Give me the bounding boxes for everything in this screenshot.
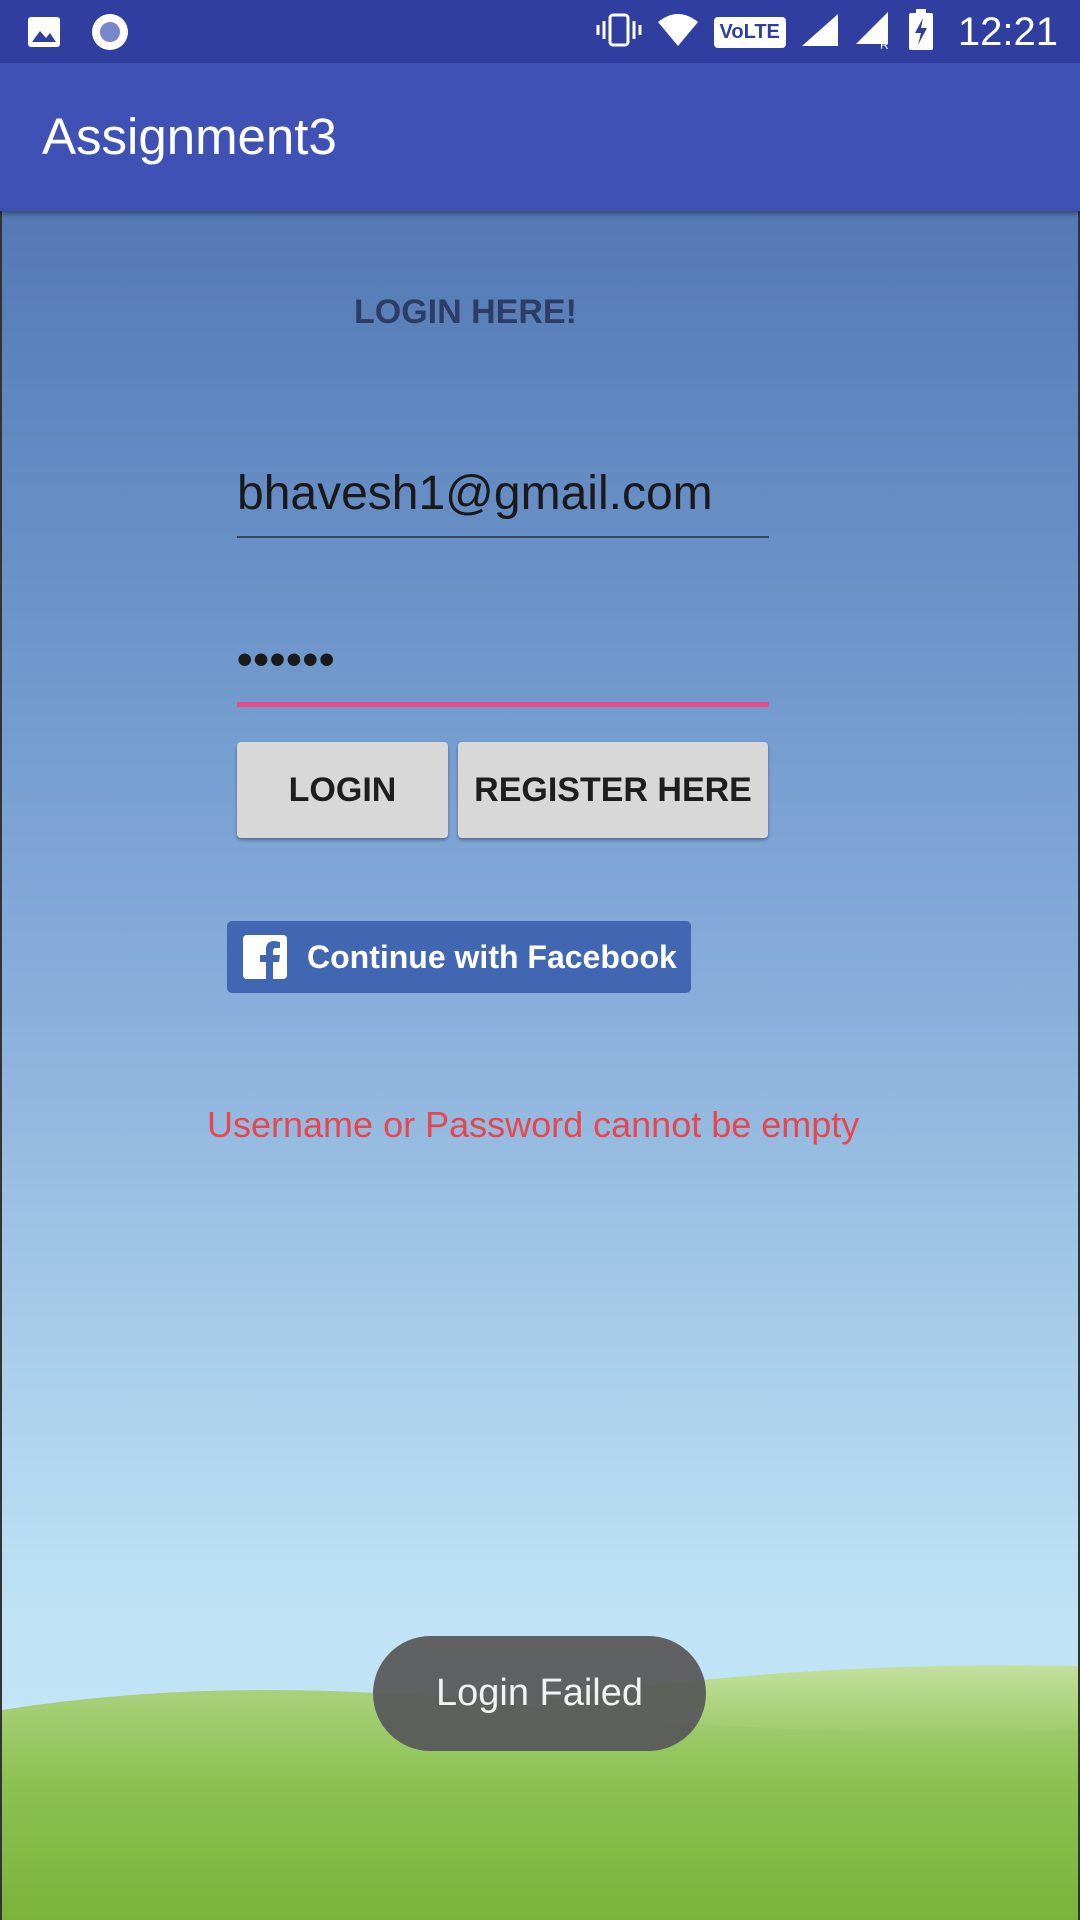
- error-message: Username or Password cannot be empty: [207, 1104, 860, 1145]
- facebook-login-button[interactable]: Continue with Facebook: [227, 921, 691, 993]
- app-title: Assignment3: [42, 108, 337, 165]
- wifi-icon: [656, 12, 700, 53]
- app-bar: Assignment3: [0, 63, 1080, 211]
- svg-text:R: R: [880, 38, 889, 50]
- battery-charging-icon: [908, 8, 934, 56]
- password-value: ••••••: [237, 635, 336, 684]
- facebook-icon: [243, 935, 287, 979]
- password-field[interactable]: ••••••: [237, 631, 769, 707]
- signal-roaming-icon: R: [854, 10, 894, 55]
- toast-message: Login Failed: [373, 1636, 706, 1751]
- volte-icon: VoLTE: [713, 16, 786, 48]
- radio-notification-icon: [90, 12, 130, 57]
- status-time: 12:21: [957, 9, 1058, 54]
- register-button[interactable]: REGISTER HERE: [458, 742, 768, 838]
- status-bar-right: VoLTE R 12:21: [596, 8, 1058, 56]
- login-button[interactable]: LOGIN: [237, 742, 448, 838]
- status-bar: VoLTE R 12:21: [0, 0, 1080, 63]
- vibrate-icon: [596, 12, 642, 53]
- image-notification-icon: [26, 14, 62, 55]
- email-value: bhavesh1@gmail.com: [237, 467, 713, 520]
- facebook-button-label: Continue with Facebook: [307, 938, 677, 975]
- status-bar-left: [26, 12, 130, 57]
- email-field[interactable]: bhavesh1@gmail.com: [237, 466, 769, 538]
- login-heading: LOGIN HERE!: [354, 293, 577, 331]
- signal-icon: [800, 12, 840, 53]
